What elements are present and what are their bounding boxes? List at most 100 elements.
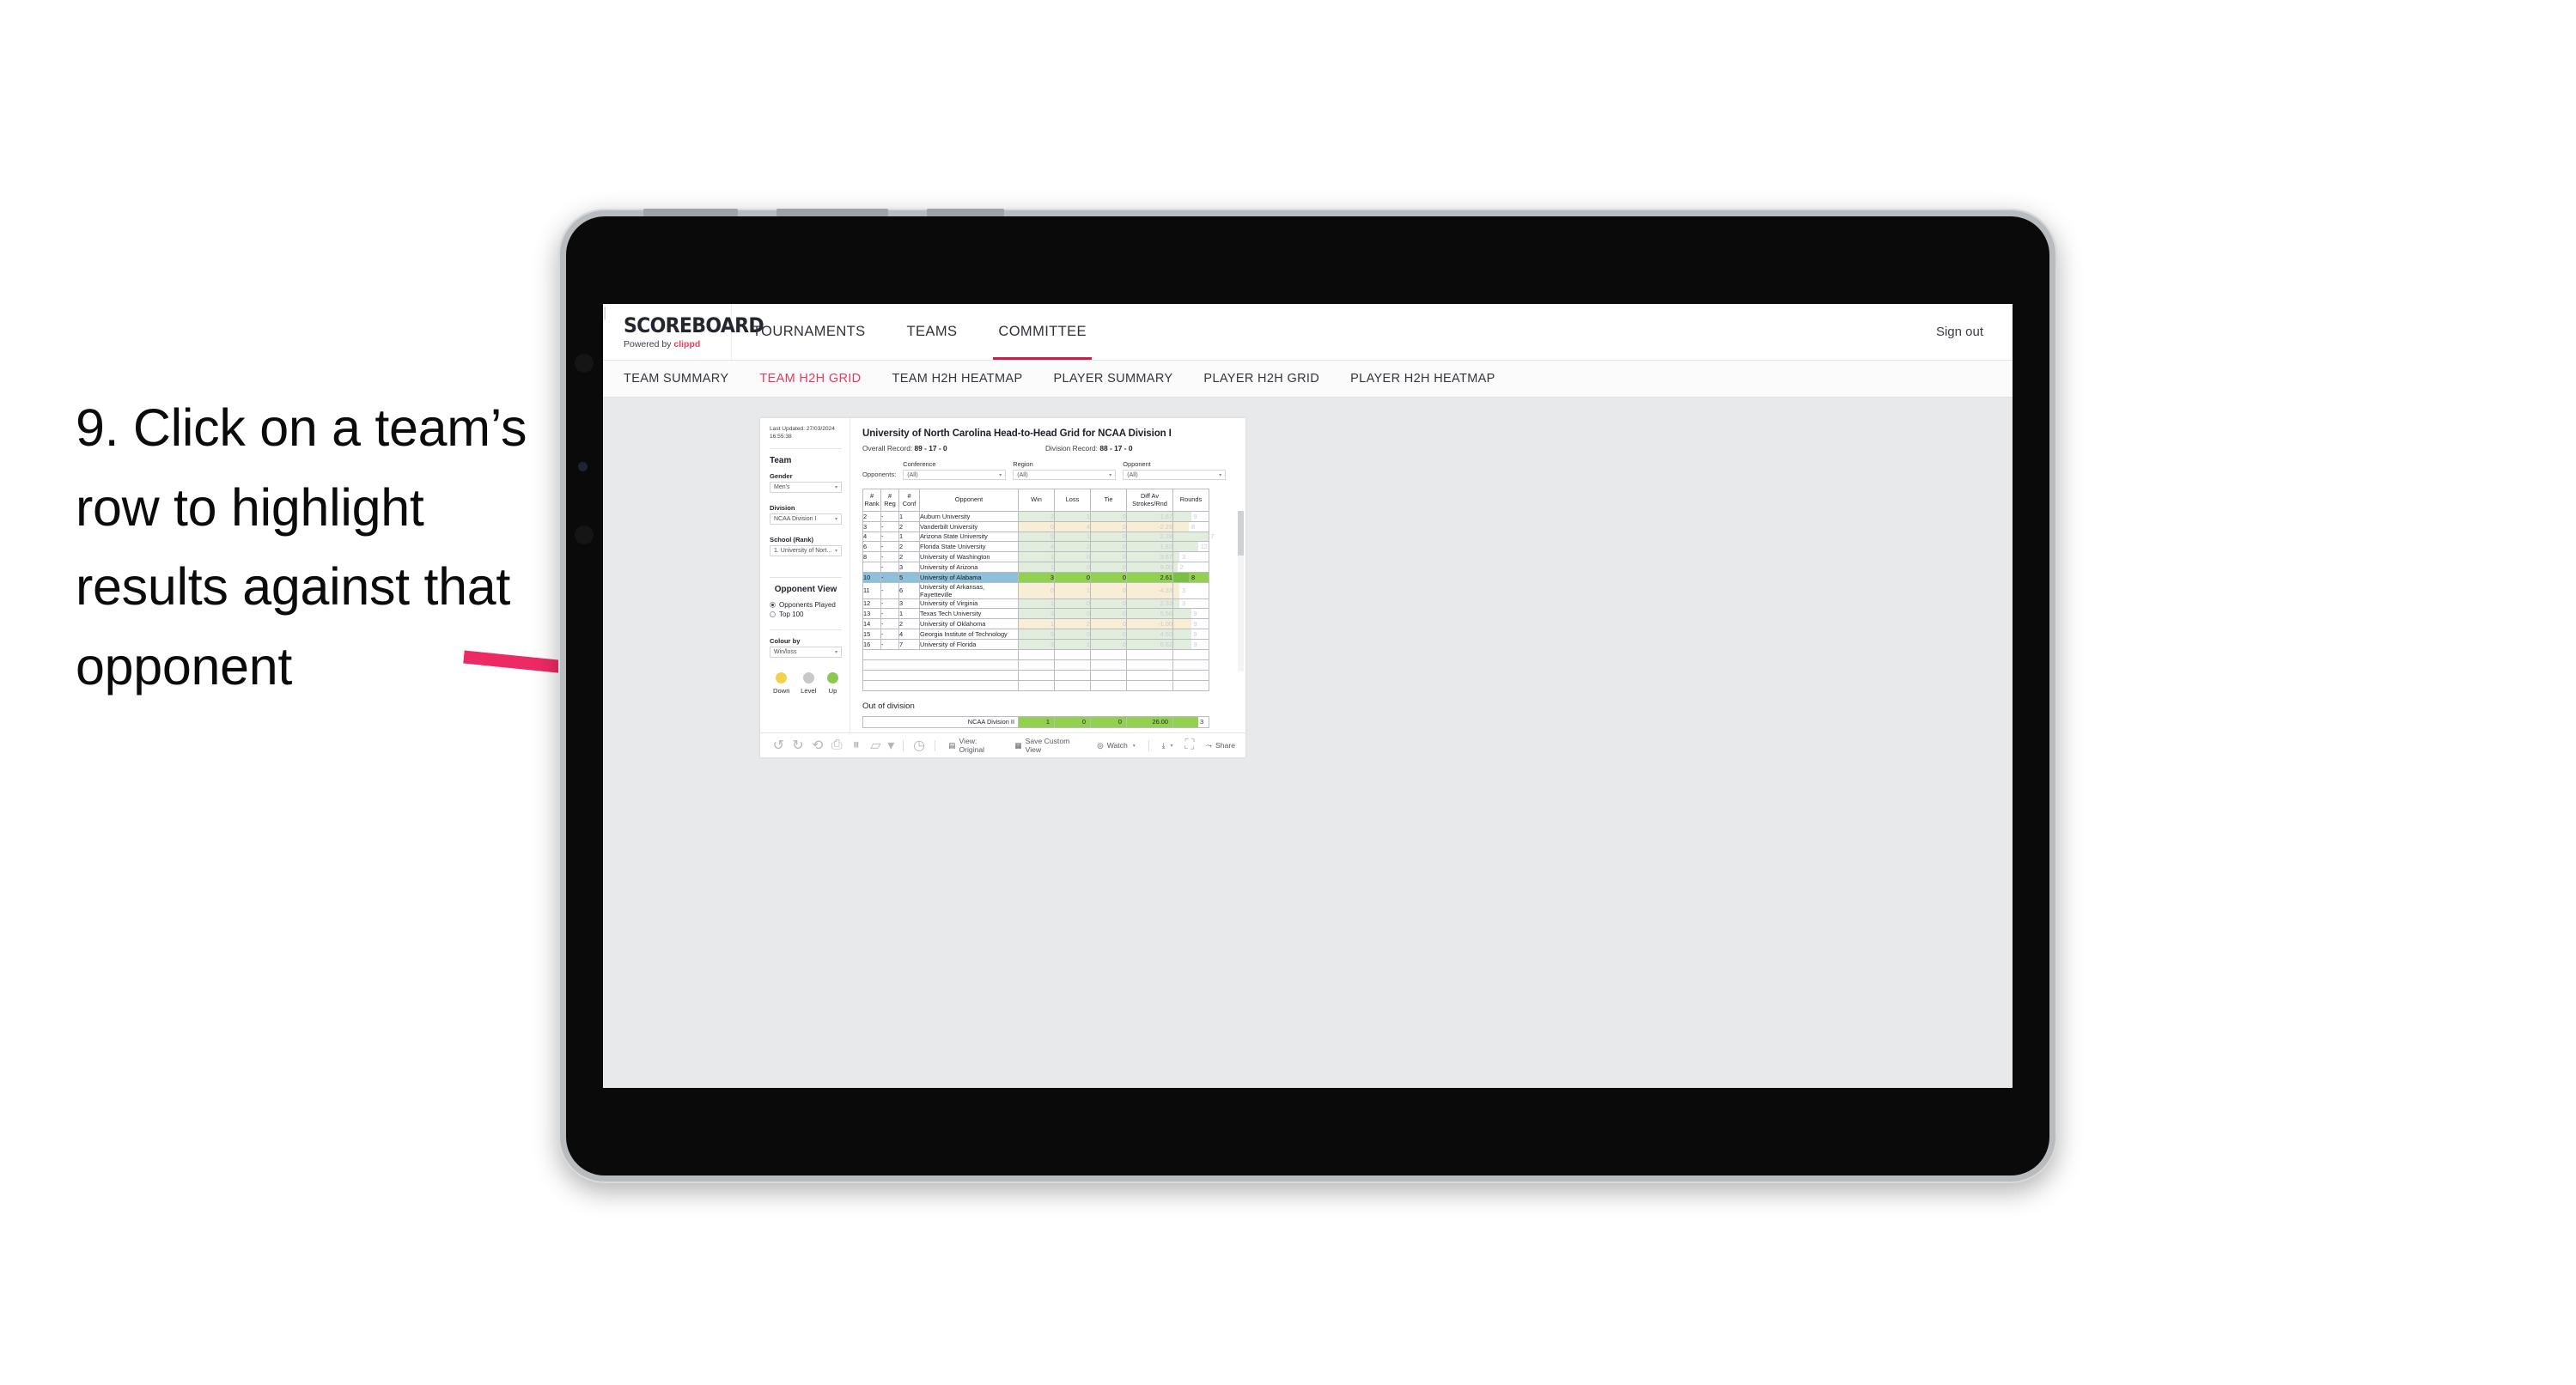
chevron-down-icon: ▾	[1109, 472, 1112, 478]
table-row[interactable]: -3 University of Arizona 1 0 0 9.00 2	[862, 561, 1209, 573]
gender-select[interactable]: Men’s ▾	[770, 481, 842, 493]
rounds-bar	[1173, 572, 1190, 582]
radio-top-100[interactable]: Top 100	[770, 610, 842, 618]
redo-icon[interactable]: ↻	[789, 735, 808, 756]
radio-dot-icon	[770, 601, 776, 608]
nav-divider: |	[603, 304, 607, 320]
download-button[interactable]: ⤓ ▾	[1155, 741, 1180, 750]
filter-region-value: (All)	[1017, 471, 1028, 478]
cell-rank: 4	[862, 531, 881, 543]
col-win: Win	[1018, 489, 1055, 512]
empty-cell	[1054, 659, 1091, 671]
table-row[interactable]: 11-6 University of Arkansas, Fayetteville…	[862, 581, 1209, 599]
save-custom-view-button[interactable]: ▦ Save Custom View	[1008, 737, 1091, 754]
ood-loss: 0	[1054, 715, 1091, 728]
table-row[interactable]: 14-2 University of Oklahoma 1 2 0 -1.00 9	[862, 618, 1209, 629]
watch-label: Watch	[1106, 741, 1128, 750]
radio-opponents-played[interactable]: Opponents Played	[770, 601, 842, 609]
cell-opponent: Vanderbilt University	[919, 520, 1019, 532]
tab-player-summary[interactable]: PLAYER SUMMARY	[1053, 372, 1172, 386]
rounds-value: 9	[1193, 640, 1197, 648]
empty-cell	[1126, 669, 1173, 681]
table-row[interactable]: 12-3 University of Virginia 1 0 0 2.33 3	[862, 598, 1209, 610]
table-row[interactable]: NCAA Division II 1 0 0 26.00 3	[862, 715, 1209, 728]
opponent-filters: Opponents: Conference (All) ▾ Region (Al	[862, 460, 1236, 480]
colour-by-select[interactable]: Win/loss ▾	[770, 646, 842, 658]
out-of-division-section: Out of division NCAA Division II 1 0 0 2…	[862, 702, 1236, 728]
cell-rounds: 17	[1172, 531, 1214, 543]
last-updated-text: Last Updated: 27/03/2024 16:55:38	[770, 426, 835, 440]
cell-tie: 0	[1090, 581, 1127, 599]
divider	[770, 576, 842, 578]
overall-record-value: 89 - 17 - 0	[914, 444, 947, 453]
table-row[interactable]: 8-2 University of Washington 1 0 0 3.67 3	[862, 551, 1209, 562]
revert-icon[interactable]: ⟲	[807, 735, 827, 756]
cell-tie: 0	[1090, 531, 1127, 543]
empty-cell	[1172, 679, 1209, 691]
view-original-button[interactable]: ▤ View: Original	[941, 737, 1008, 754]
table-row[interactable]: 4-1 Arizona State University 5 1 0 2.28 17	[862, 531, 1214, 543]
cell-conf: 2	[898, 551, 920, 562]
table-row[interactable]: 6-2 Florida State University 4 2 0 1.83 12	[862, 541, 1209, 553]
table-row[interactable]: 16-7 University of Florida 3 1 0 6.62 9	[862, 638, 1209, 650]
table-row[interactable]: 15-4 Georgia Institute of Technology 5 0 0 4.…	[862, 628, 1209, 640]
empty-cell	[1018, 659, 1055, 671]
cell-rank: 8	[862, 551, 881, 562]
col-rounds: Rounds	[1172, 489, 1209, 512]
table-row[interactable]: 10-5 University of Alabama 3 0 0 2.61 8	[862, 571, 1209, 583]
tab-team-summary[interactable]: TEAM SUMMARY	[624, 372, 728, 386]
filter-conference-select[interactable]: (All) ▾	[903, 470, 1007, 480]
cell-opponent: University of Florida	[919, 638, 1019, 650]
table-row-empty	[862, 648, 1209, 660]
data-source-icon[interactable]: ▱	[866, 735, 886, 756]
watch-button[interactable]: ◎ Watch ▾	[1090, 741, 1142, 750]
cell-diff: -2.29	[1126, 520, 1173, 532]
rounds-bar	[1173, 521, 1190, 532]
filter-region-select[interactable]: (All) ▾	[1013, 470, 1117, 480]
gender-label: Gender	[770, 471, 793, 480]
cell-opponent: University of Arizona	[919, 561, 1019, 573]
school-rank-value: 1. University of Nort...	[774, 547, 832, 554]
cell-conf: 7	[898, 638, 920, 650]
cell-reg: -	[880, 511, 899, 522]
rounds-bar	[1173, 639, 1191, 649]
filter-region-label: Region	[1013, 460, 1033, 468]
app-screen: SCOREBOARD Powered by clippd TOURNAMENTS…	[603, 304, 2013, 1088]
app-top-bar: SCOREBOARD Powered by clippd TOURNAMENTS…	[603, 304, 2013, 361]
pause-updates-icon[interactable]: ⏸	[846, 735, 866, 756]
tab-player-h2h-grid[interactable]: PLAYER H2H GRID	[1203, 372, 1319, 386]
grid-scrollbar[interactable]	[1238, 511, 1244, 556]
col-opponent: Opponent	[919, 489, 1019, 512]
nav-item-teams[interactable]: TEAMS	[886, 304, 978, 360]
undo-icon[interactable]: ↺	[769, 735, 789, 756]
filter-opponent-select[interactable]: (All) ▾	[1123, 470, 1227, 480]
table-row[interactable]: 3-2 Vanderbilt University 0 4 0 -2.29 8	[862, 520, 1209, 532]
tab-team-h2h-heatmap[interactable]: TEAM H2H HEATMAP	[892, 372, 1023, 386]
col-loss: Loss	[1054, 489, 1091, 512]
divider	[902, 739, 904, 751]
tab-team-h2h-grid[interactable]: TEAM H2H GRID	[759, 372, 861, 386]
filter-opponent: Opponent (All) ▾	[1123, 460, 1227, 480]
cell-rounds: 9	[1172, 638, 1209, 650]
tablet-camera	[578, 462, 588, 471]
refresh-icon[interactable]: ⎙	[827, 735, 847, 756]
overall-record: Overall Record: 89 - 17 - 0	[862, 444, 947, 453]
fullscreen-icon[interactable]: ⛶	[1180, 735, 1200, 756]
nav-item-tournaments[interactable]: TOURNAMENTS	[732, 304, 886, 360]
sign-out-link[interactable]: Sign out	[1936, 325, 1983, 339]
cell-tie: 0	[1090, 618, 1127, 629]
nav-item-committee[interactable]: COMMITTEE	[977, 304, 1107, 360]
cell-win: 3	[1018, 638, 1055, 650]
cell-diff: 9.00	[1126, 561, 1173, 573]
division-select[interactable]: NCAA Division I ▾	[770, 513, 842, 525]
table-row[interactable]: 2-1 Auburn University 2 1 0 1.67 9	[862, 511, 1209, 522]
tab-player-h2h-heatmap[interactable]: PLAYER H2H HEATMAP	[1350, 372, 1495, 386]
share-button[interactable]: ⤳ Share	[1199, 741, 1245, 750]
table-row[interactable]: 13-1 Texas Tech University 3 0 0 5.56 9	[862, 608, 1209, 620]
workbook: Last Updated: 27/03/2024 16:55:38 Team G…	[760, 418, 1245, 757]
chevron-down-icon[interactable]: ▾	[886, 735, 897, 756]
school-rank-select[interactable]: 1. University of Nort... ▾	[770, 544, 842, 556]
chevron-down-icon: ▾	[1219, 472, 1222, 478]
device-preview-icon[interactable]: ◷	[910, 735, 929, 756]
cell-loss: 1	[1054, 638, 1091, 650]
